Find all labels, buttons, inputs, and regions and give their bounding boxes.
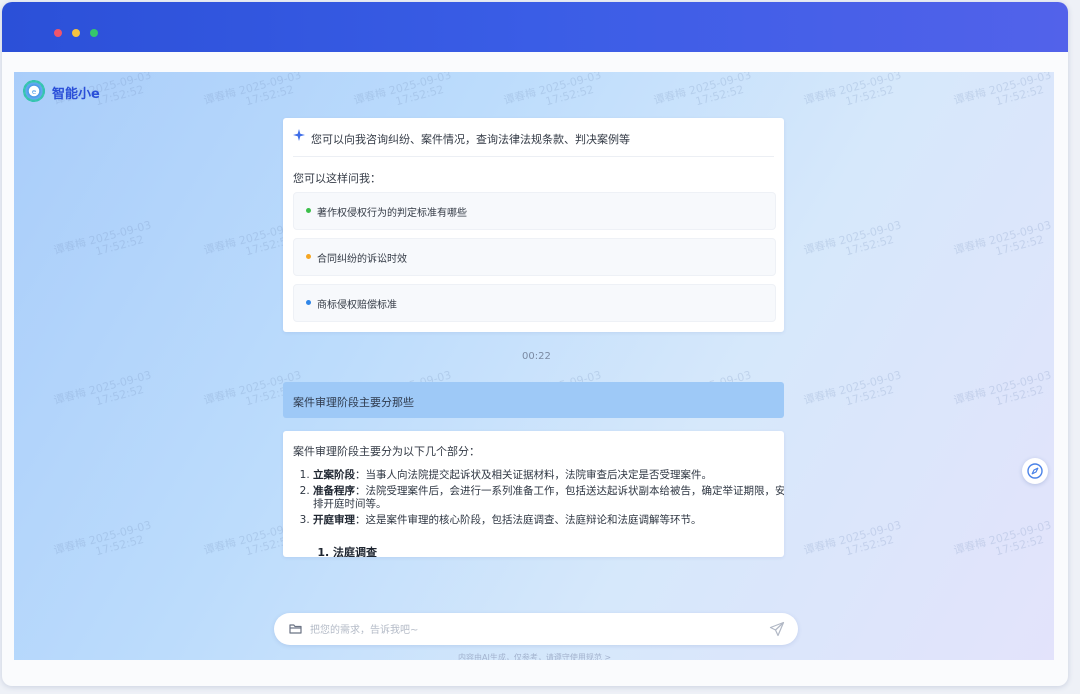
watermark-stamp: 谭春梅 2025-09-0317:52:52	[952, 518, 1053, 559]
answer-item-text: ：这是案件审理的核心阶段，包括法庭调查、法庭辩论和法庭调解等环节。	[355, 514, 702, 526]
answer-item: 开庭审理：这是案件审理的核心阶段，包括法庭调查、法庭辩论和法庭调解等环节。	[313, 514, 784, 527]
suggestion-label: 商标侵权赔偿标准	[317, 300, 397, 311]
watermark-stamp: 谭春梅 2025-09-0317:52:52	[802, 218, 903, 259]
window-titlebar	[2, 2, 1068, 52]
green-dot-icon	[306, 208, 311, 213]
watermark-stamp: 谭春梅 2025-09-0317:52:52	[652, 72, 753, 109]
answer-item-text: ：当事人向法院提交起诉状及相关证据材料，法院审查后决定是否受理案件。	[355, 469, 712, 481]
folder-icon[interactable]	[289, 623, 302, 634]
chat-app: 谭春梅 2025-09-03 17:52:52 谭春梅 2025-09-03 17:5…	[14, 72, 1054, 660]
close-window-button[interactable]	[54, 29, 62, 37]
answer-sub-item: 法庭调查	[333, 544, 377, 557]
answer-item-title: 开庭审理	[313, 514, 355, 526]
ai-disclaimer: 内容由AI生成，仅参考，请遵守使用规范 >	[458, 653, 612, 660]
orange-dot-icon	[306, 254, 311, 259]
answer-intro: 案件审理阶段主要分为以下几个部分：	[293, 445, 480, 458]
watermark-stamp: 谭春梅 2025-09-0317:52:52	[952, 72, 1053, 109]
watermark-stamp: 谭春梅 2025-09-0317:52:52	[952, 368, 1053, 409]
suggestion-item[interactable]: 合同纠纷的诉讼时效	[293, 238, 776, 276]
swirl-logo-icon: e	[23, 80, 45, 102]
message-timestamp: 00:22	[522, 351, 551, 362]
answer-item: 立案阶段：当事人向法院提交起诉状及相关证据材料，法院审查后决定是否受理案件。	[313, 469, 784, 482]
suggestion-label: 著作权侵权行为的判定标准有哪些	[317, 208, 467, 219]
suggestion-item[interactable]: 著作权侵权行为的判定标准有哪些	[293, 192, 776, 230]
suggestion-label: 合同纠纷的诉讼时效	[317, 254, 407, 265]
minimize-window-button[interactable]	[72, 29, 80, 37]
compass-icon	[1027, 463, 1043, 479]
send-icon[interactable]	[769, 621, 785, 637]
intro-card: 您可以向我咨询纠纷、案件情况，查询法律法规条款、判决案例等 您可以这样问我： 著…	[283, 118, 784, 332]
intro-headline: 您可以向我咨询纠纷、案件情况，查询法律法规条款、判决案例等	[293, 128, 774, 157]
watermark-stamp: 谭春梅 2025-09-0317:52:52	[952, 218, 1053, 259]
answer-item-title: 立案阶段	[313, 469, 355, 481]
answer-item: 准备程序：法院受理案件后，会进行一系列准备工作，包括送达起诉状副本给被告，确定举…	[313, 485, 784, 511]
suggestion-item[interactable]: 商标侵权赔偿标准	[293, 284, 776, 322]
watermark-stamp: 谭春梅 2025-09-0317:52:52	[802, 518, 903, 559]
app-window: 谭春梅 2025-09-03 17:52:52 谭春梅 2025-09-03 17:5…	[2, 2, 1068, 686]
answer-item-title: 准备程序	[313, 485, 355, 497]
intro-headline-text: 您可以向我咨询纠纷、案件情况，查询法律法规条款、判决案例等	[311, 133, 630, 146]
watermark-stamp: 谭春梅 2025-09-0317:52:52	[52, 218, 153, 259]
answer-list: 立案阶段：当事人向法院提交起诉状及相关证据材料，法院审查后决定是否受理案件。 准…	[293, 469, 784, 530]
watermark-stamp: 谭春梅 2025-09-0317:52:52	[802, 72, 903, 109]
watermark-stamp: 谭春梅 2025-09-0317:52:52	[352, 72, 453, 109]
answer-item-text: ：法院受理案件后，会进行一系列准备工作，包括送达起诉状副本给被告，确定举证期限，…	[313, 485, 784, 510]
intro-prompt: 您可以这样问我：	[293, 172, 381, 185]
compass-button[interactable]	[1022, 458, 1048, 484]
assistant-answer-card: 案件审理阶段主要分为以下几个部分： 立案阶段：当事人向法院提交起诉状及相关证据材…	[283, 431, 784, 557]
user-message-text: 案件审理阶段主要分那些	[293, 396, 414, 409]
svg-text:e: e	[32, 88, 36, 96]
sparkle-icon	[293, 129, 305, 141]
user-message-bubble: 案件审理阶段主要分那些	[283, 382, 784, 418]
chat-input-bar	[274, 613, 798, 645]
maximize-window-button[interactable]	[90, 29, 98, 37]
watermark-stamp: 谭春梅 2025-09-0317:52:52	[52, 518, 153, 559]
watermark-stamp: 谭春梅 2025-09-0317:52:52	[802, 368, 903, 409]
blue-dot-icon	[306, 300, 311, 305]
watermark-stamp: 谭春梅 2025-09-0317:52:52	[202, 72, 303, 109]
brand-name: 智能小e	[52, 87, 100, 102]
watermark-stamp: 谭春梅 2025-09-0317:52:52	[52, 368, 153, 409]
chat-input[interactable]	[308, 620, 752, 640]
answer-sub-list: 法庭调查	[313, 544, 377, 557]
watermark-stamp: 谭春梅 2025-09-0317:52:52	[502, 72, 603, 109]
